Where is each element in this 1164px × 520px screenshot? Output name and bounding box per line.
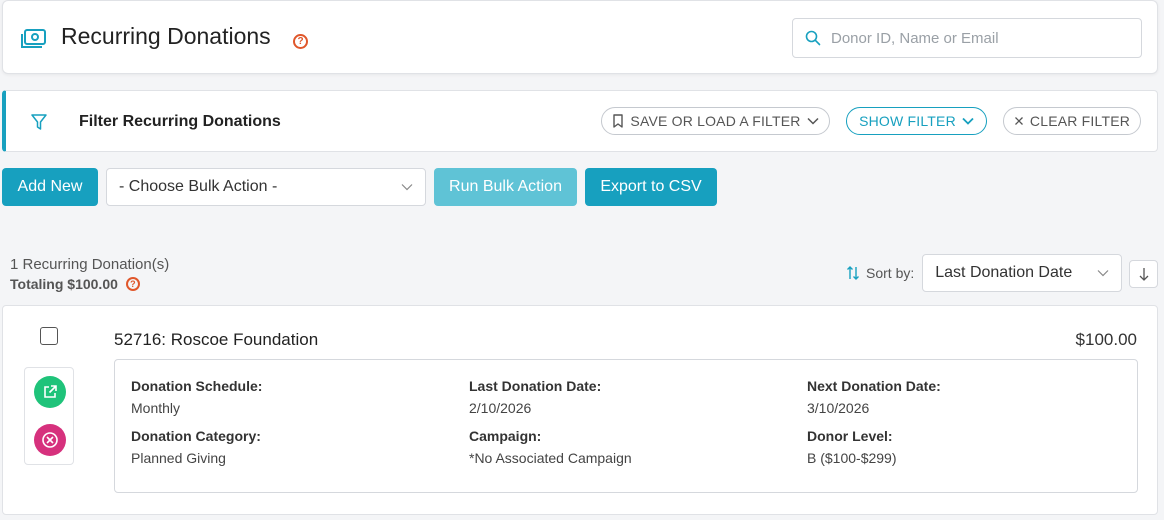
results-total-text: Totaling $100.00 — [10, 276, 118, 292]
cancel-donation-button[interactable] — [34, 424, 66, 456]
sort-by-select[interactable]: Last Donation Date — [922, 254, 1123, 292]
bulk-action-select[interactable]: - Choose Bulk Action - — [106, 168, 426, 206]
filter-title: Filter Recurring Donations — [79, 113, 281, 130]
next-date-value: 3/10/2026 — [807, 400, 870, 416]
external-link-icon — [44, 385, 57, 398]
results-summary: 1 Recurring Donation(s) Totaling $100.00… — [10, 256, 169, 292]
chevron-down-icon — [401, 184, 413, 191]
question-circle-icon[interactable]: ? — [125, 277, 140, 291]
results-count: 1 Recurring Donation(s) — [10, 256, 170, 273]
clear-filter-button[interactable]: CLEAR FILTER — [1003, 107, 1141, 135]
donor-level-value: B ($100-$299) — [807, 450, 897, 466]
donor-level-label: Donor Level: — [807, 428, 893, 444]
last-date-value: 2/10/2026 — [469, 400, 532, 416]
schedule-value: Monthly — [131, 400, 181, 416]
campaign-value: *No Associated Campaign — [469, 450, 632, 466]
chevron-down-icon — [1097, 270, 1109, 277]
donation-title[interactable]: 52716: Roscoe Foundation — [114, 330, 318, 350]
select-donation-checkbox[interactable] — [40, 327, 58, 345]
save-load-filter-label: SAVE OR LOAD A FILTER — [630, 113, 801, 129]
last-date-label: Last Donation Date: — [469, 378, 602, 394]
next-date-label: Next Donation Date: — [807, 378, 941, 394]
campaign-field: Campaign: *No Associated Campaign — [469, 428, 632, 466]
clear-filter-label: CLEAR FILTER — [1029, 113, 1131, 129]
cancel-circle-icon — [42, 432, 58, 448]
money-bill-icon — [21, 29, 46, 48]
schedule-field: Donation Schedule: Monthly — [131, 378, 262, 416]
page-header: Recurring Donations ? — [2, 0, 1158, 74]
category-label: Donation Category: — [131, 428, 261, 444]
save-load-filter-button[interactable]: SAVE OR LOAD A FILTER — [601, 107, 830, 135]
donation-actions — [24, 367, 74, 465]
category-field: Donation Category: Planned Giving — [131, 428, 261, 466]
bookmark-icon — [613, 114, 624, 128]
sort-controls: Sort by: Last Donation Date — [846, 254, 1123, 292]
donor-search[interactable] — [792, 18, 1142, 58]
donor-level-field: Donor Level: B ($100-$299) — [807, 428, 897, 466]
sort-icon — [847, 266, 859, 280]
sort-direction-button[interactable] — [1129, 260, 1158, 288]
question-circle-icon[interactable]: ? — [293, 34, 308, 49]
show-filter-button[interactable]: SHOW FILTER — [846, 107, 987, 135]
page-title: Recurring Donations — [61, 23, 271, 49]
arrow-down-icon — [1139, 268, 1148, 281]
open-donation-button[interactable] — [34, 376, 66, 408]
sort-by-value: Last Donation Date — [935, 264, 1073, 281]
show-filter-label: SHOW FILTER — [859, 113, 956, 129]
last-date-field: Last Donation Date: 2/10/2026 — [469, 378, 601, 416]
funnel-icon[interactable] — [30, 113, 48, 131]
donation-card: 52716: Roscoe Foundation $100.00 Donatio… — [2, 305, 1158, 515]
donation-details: Donation Schedule: Monthly Last Donation… — [114, 359, 1138, 493]
campaign-label: Campaign: — [469, 428, 542, 444]
close-icon — [1014, 117, 1023, 125]
run-bulk-action-button[interactable]: Run Bulk Action — [434, 168, 577, 206]
search-input[interactable] — [831, 29, 1121, 47]
chevron-down-icon — [962, 117, 974, 125]
bulk-action-value: - Choose Bulk Action - — [119, 178, 278, 195]
sort-label: Sort by: — [866, 265, 915, 281]
add-new-button[interactable]: Add New — [2, 168, 98, 206]
donation-amount: $100.00 — [1075, 330, 1137, 349]
export-csv-button[interactable]: Export to CSV — [585, 168, 717, 206]
category-value: Planned Giving — [131, 450, 226, 466]
filter-bar: Filter Recurring Donations SAVE OR LOAD … — [2, 90, 1158, 152]
search-icon — [805, 30, 821, 46]
schedule-label: Donation Schedule: — [131, 378, 263, 394]
results-total: Totaling $100.00 ? — [10, 276, 169, 292]
next-date-field: Next Donation Date: 3/10/2026 — [807, 378, 941, 416]
chevron-down-icon — [807, 117, 819, 125]
